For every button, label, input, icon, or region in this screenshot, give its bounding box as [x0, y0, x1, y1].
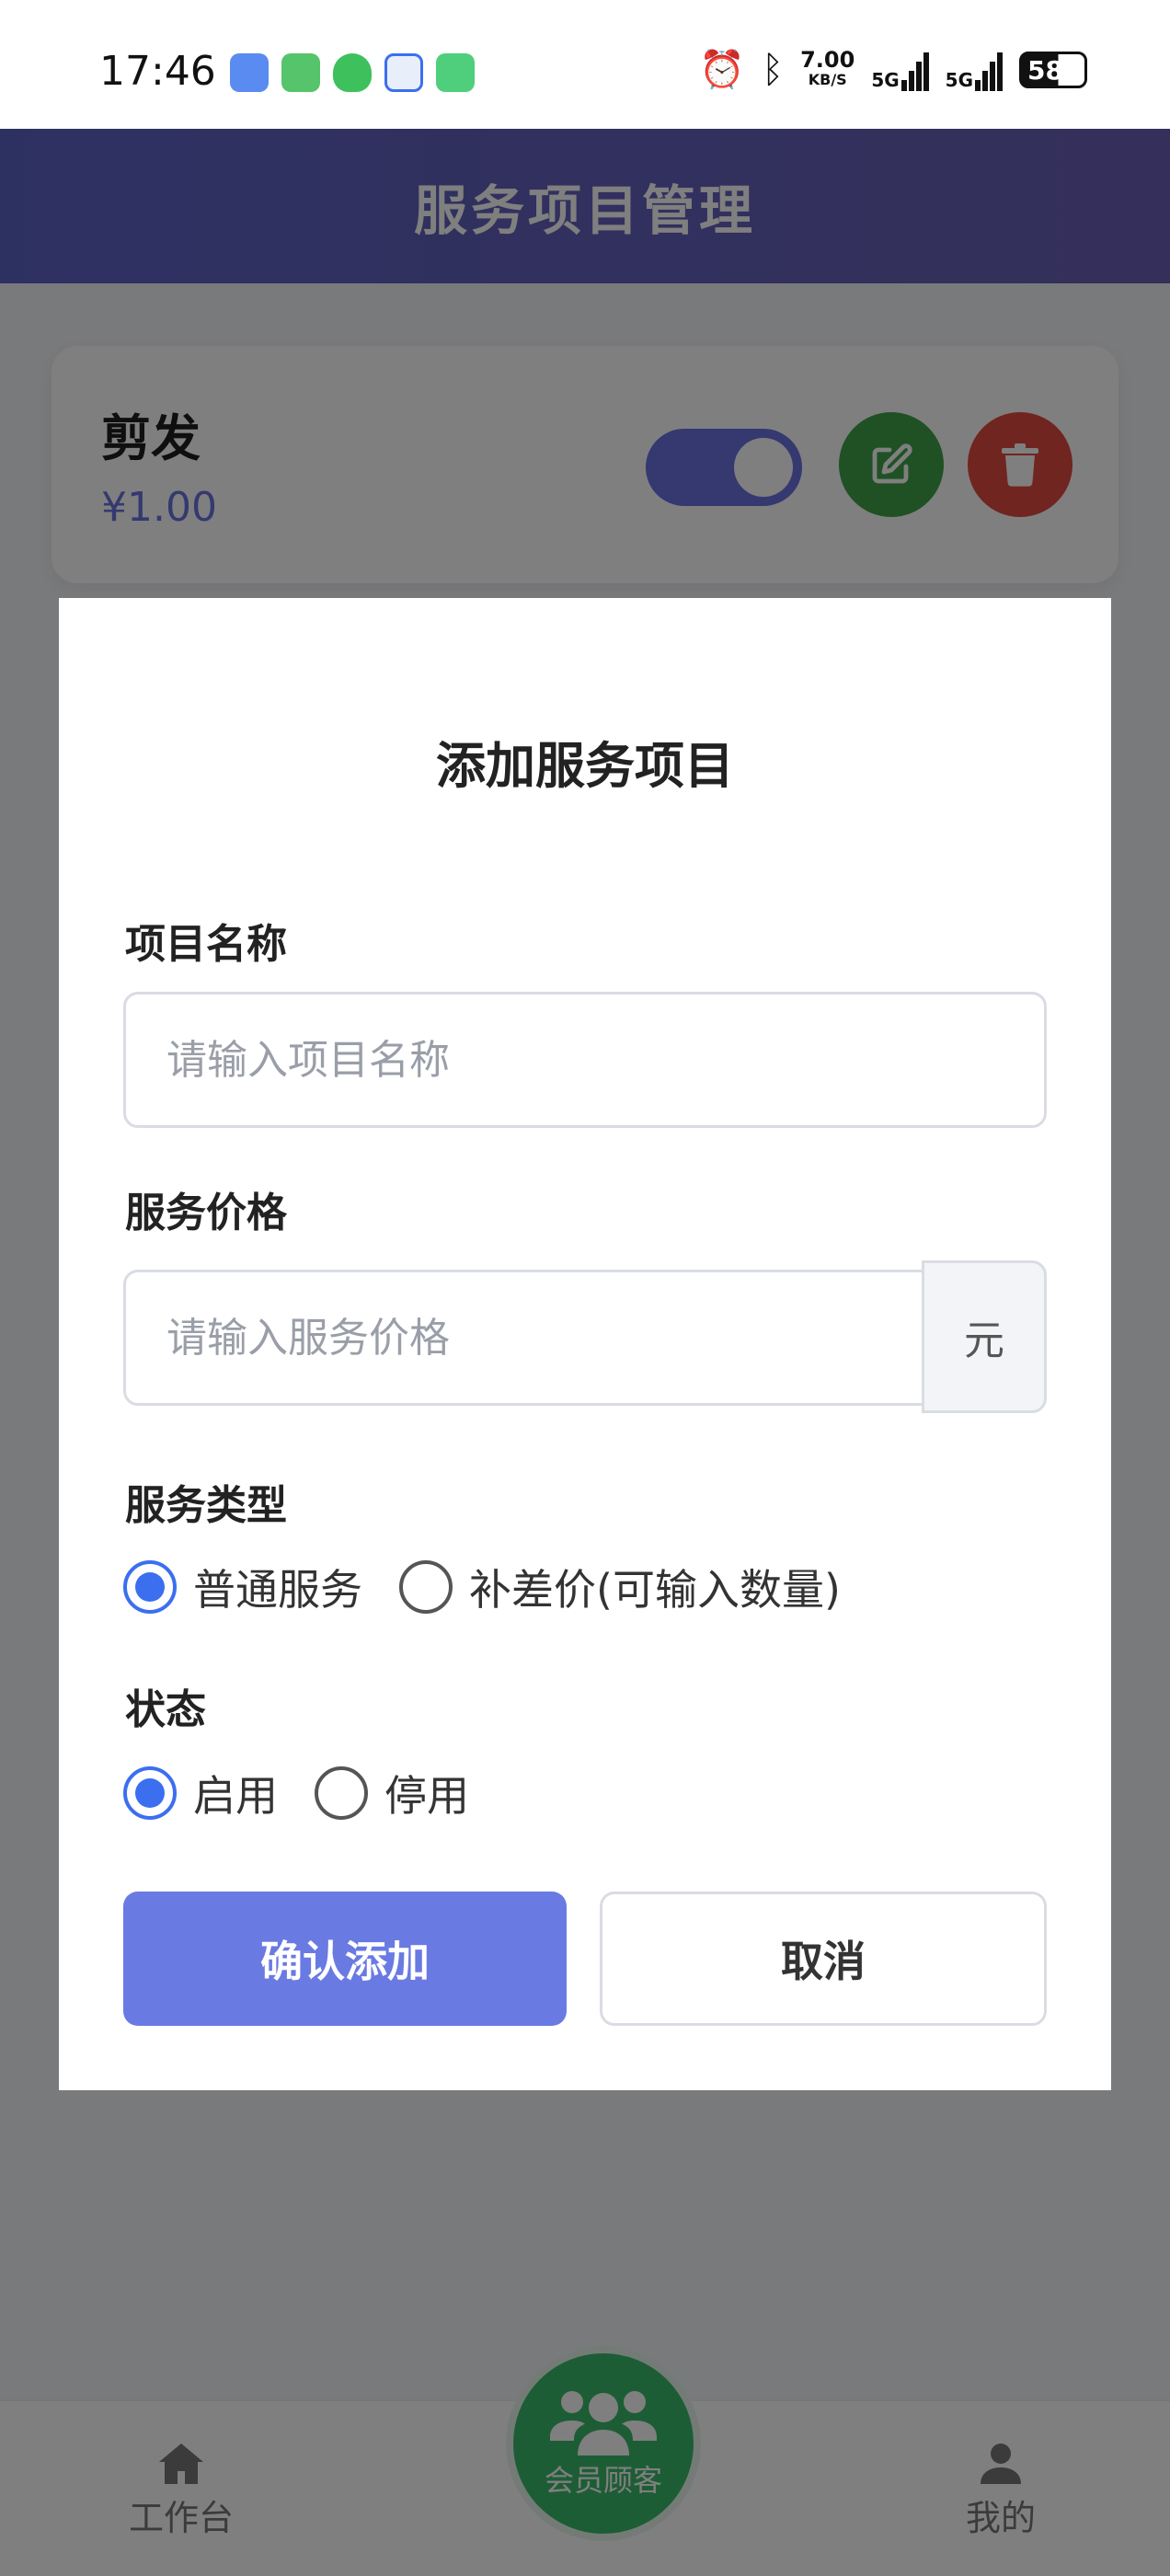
radio-unchecked-icon — [315, 1766, 368, 1820]
radio-checked-icon — [123, 1560, 177, 1614]
status-option-disabled[interactable]: 停用 — [315, 1763, 469, 1823]
radio-checked-icon — [123, 1766, 177, 1820]
service-price-input[interactable] — [123, 1270, 925, 1406]
service-type-group: 普通服务 补差价(可输入数量) — [123, 1557, 878, 1617]
price-label: 服务价格 — [125, 1190, 287, 1236]
status-bar-top: 17:46 ⏰ ᛒ 7.00 KB/S 5G 5G 58 — [0, 0, 1170, 129]
add-service-modal: 添加服务项目 项目名称 服务价格 元 服务类型 普通服务 补差价(可输入数量) … — [59, 598, 1111, 2090]
service-name-input[interactable] — [123, 992, 1047, 1128]
status-label: 状态 — [125, 1686, 206, 1733]
confirm-add-button[interactable]: 确认添加 — [123, 1892, 567, 2026]
type-option-difference[interactable]: 补差价(可输入数量) — [399, 1557, 841, 1617]
status-option-enabled[interactable]: 启用 — [123, 1763, 278, 1823]
name-label: 项目名称 — [125, 921, 287, 968]
price-unit-addon: 元 — [922, 1260, 1047, 1413]
status-group: 启用 停用 — [123, 1763, 506, 1823]
radio-unchecked-icon — [399, 1560, 453, 1614]
type-option-normal[interactable]: 普通服务 — [123, 1557, 362, 1617]
cancel-button[interactable]: 取消 — [600, 1892, 1047, 2026]
type-label: 服务类型 — [125, 1482, 287, 1529]
modal-title: 添加服务项目 — [436, 737, 734, 795]
